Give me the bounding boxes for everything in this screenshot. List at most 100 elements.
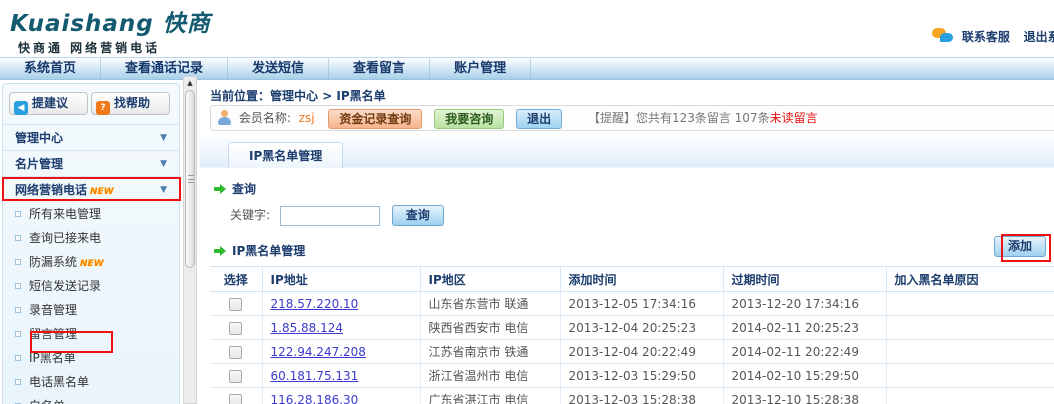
sidebar-item-all-incoming-calls[interactable]: 所有来电管理 xyxy=(3,202,179,226)
list-section-title: IP黑名单管理 添加 xyxy=(214,242,1054,258)
table-row: 122.94.247.208 江苏省南京市 铁通 2013-12-04 20:2… xyxy=(210,340,1054,364)
nav-item-account[interactable]: 账户管理 xyxy=(430,58,531,79)
help-button[interactable]: ? 找帮助 xyxy=(91,92,170,115)
expires-cell: 2014-02-10 15:29:50 xyxy=(723,364,886,388)
ip-link[interactable]: 116.28.186.30 xyxy=(271,393,359,404)
breadcrumb-label: 当前位置： xyxy=(210,89,270,103)
sidebar-item-label: 录音管理 xyxy=(29,303,77,317)
logo-text: Kuaishang 快商 xyxy=(10,4,211,38)
added-cell: 2013-12-03 15:29:50 xyxy=(560,364,723,388)
added-cell: 2013-12-05 17:34:16 xyxy=(560,292,723,316)
suggest-button-label: 提建议 xyxy=(32,96,68,110)
row-checkbox[interactable] xyxy=(229,394,242,404)
nav-item-call-records[interactable]: 查看通话记录 xyxy=(101,58,228,79)
main-nav: 系统首页 查看通话记录 发送短信 查看留言 账户管理 xyxy=(0,57,1054,80)
reason-cell xyxy=(886,292,1054,316)
sidebar-section-card-management[interactable]: 名片管理 ▼ xyxy=(3,150,179,176)
list-section-label: IP黑名单管理 xyxy=(232,244,305,258)
expires-cell: 2013-12-10 15:28:38 xyxy=(723,388,886,404)
sidebar-item-anti-miss-system[interactable]: 防漏系统NEW xyxy=(3,250,179,274)
green-arrow-icon xyxy=(214,246,226,256)
section-label: 网络营销电话 xyxy=(15,183,87,197)
col-header-region: IP地区 xyxy=(420,267,560,292)
section-label: 管理中心 xyxy=(15,131,63,145)
sidebar-item-ip-blacklist[interactable]: IP黑名单 xyxy=(3,346,179,370)
tab-ip-blacklist-management[interactable]: IP黑名单管理 xyxy=(228,142,343,168)
sidebar-item-label: 所有来电管理 xyxy=(29,207,101,221)
expires-cell: 2013-12-20 17:34:16 xyxy=(723,292,886,316)
table-row: 60.181.75.131 浙江省温州市 电信 2013-12-03 15:29… xyxy=(210,364,1054,388)
chat-bubbles-icon xyxy=(932,28,954,45)
consult-button[interactable]: 我要咨询 xyxy=(434,109,504,129)
exit-button[interactable]: 退出 xyxy=(516,109,562,129)
row-checkbox[interactable] xyxy=(229,298,242,311)
reason-cell xyxy=(886,364,1054,388)
logout-system-link[interactable]: 退出系统 xyxy=(1024,30,1054,44)
col-header-reason: 加入黑名单原因 xyxy=(886,267,1054,292)
funds-record-query-button[interactable]: 资金记录查询 xyxy=(328,109,422,129)
bullet-icon xyxy=(15,331,21,337)
scroll-up-icon[interactable]: ▲ xyxy=(184,77,196,89)
nav-item-home[interactable]: 系统首页 xyxy=(0,58,101,79)
member-name-value: zsj xyxy=(299,111,315,125)
bullet-icon xyxy=(15,355,21,361)
nav-item-messages[interactable]: 查看留言 xyxy=(329,58,430,79)
added-cell: 2013-12-04 20:25:23 xyxy=(560,316,723,340)
ip-link[interactable]: 60.181.75.131 xyxy=(271,369,359,383)
reason-cell xyxy=(886,340,1054,364)
sidebar-item-phone-blacklist[interactable]: 电话黑名单 xyxy=(3,370,179,394)
sidebar-button-row: ◀提建议? 找帮助 xyxy=(3,84,179,124)
sidebar-item-label: 电话黑名单 xyxy=(29,375,89,389)
ip-link[interactable]: 218.57.220.10 xyxy=(271,297,359,311)
scrollbar-grip-icon xyxy=(188,175,194,183)
chevron-down-icon: ▼ xyxy=(160,125,167,151)
search-button[interactable]: 查询 xyxy=(392,205,444,226)
col-header-select: 选择 xyxy=(210,267,262,292)
nav-item-send-sms[interactable]: 发送短信 xyxy=(228,58,329,79)
search-row: 关键字: 查询 xyxy=(230,204,1054,228)
table-header-row: 选择 IP地址 IP地区 添加时间 过期时间 加入黑名单原因 xyxy=(210,267,1054,292)
contact-service-link[interactable]: 联系客服 xyxy=(962,30,1010,44)
sidebar-item-recording-management[interactable]: 录音管理 xyxy=(3,298,179,322)
unread-messages-link[interactable]: 未读留言 xyxy=(770,111,818,125)
region-cell: 江苏省南京市 铁通 xyxy=(420,340,560,364)
sidebar-section-management-center[interactable]: 管理中心 ▼ xyxy=(3,124,179,150)
sidebar-item-label: 防漏系统 xyxy=(29,255,77,269)
row-checkbox[interactable] xyxy=(229,322,242,335)
top-header: Kuaishang 快商 快商通 网络营销电话 联系客服 退出系统 xyxy=(0,0,1054,57)
sidebar-item-sms-records[interactable]: 短信发送记录 xyxy=(3,274,179,298)
sidebar-item-label: 查询已接来电 xyxy=(29,231,101,245)
sidebar-item-whitelist[interactable]: 白名单 xyxy=(3,394,179,404)
ip-blacklist-table: 选择 IP地址 IP地区 添加时间 过期时间 加入黑名单原因 218.57.22… xyxy=(210,266,1054,404)
chevron-down-icon: ▼ xyxy=(160,177,167,203)
breadcrumb-path: 管理中心 > IP黑名单 xyxy=(270,89,386,103)
ip-link[interactable]: 122.94.247.208 xyxy=(271,345,366,359)
reason-cell xyxy=(886,316,1054,340)
chevron-down-icon: ▼ xyxy=(160,151,167,177)
logo-subtitle: 快商通 网络营销电话 xyxy=(18,39,211,56)
keyword-input[interactable] xyxy=(280,206,380,226)
help-button-label: 找帮助 xyxy=(114,96,150,110)
sidebar-item-answered-calls[interactable]: 查询已接来电 xyxy=(3,226,179,250)
row-checkbox[interactable] xyxy=(229,346,242,359)
added-cell: 2013-12-03 15:28:38 xyxy=(560,388,723,404)
section-label: 名片管理 xyxy=(15,157,63,171)
help-icon: ? xyxy=(96,101,110,115)
expires-cell: 2014-02-11 20:25:23 xyxy=(723,316,886,340)
table-row: 1.85.88.124 陕西省西安市 电信 2013-12-04 20:25:2… xyxy=(210,316,1054,340)
new-badge: NEW xyxy=(80,259,104,269)
new-badge: NEW xyxy=(90,187,114,197)
sidebar-section-network-marketing-phone[interactable]: 网络营销电话NEW ▼ xyxy=(3,176,179,202)
member-bar: 会员名称: zsj 资金记录查询 我要咨询 退出 【提醒】您共有123条留言 1… xyxy=(210,105,1054,131)
col-header-expires: 过期时间 xyxy=(723,267,886,292)
add-button[interactable]: 添加 xyxy=(994,236,1046,257)
row-checkbox[interactable] xyxy=(229,370,242,383)
ip-link[interactable]: 1.85.88.124 xyxy=(271,321,344,335)
table-row: 218.57.220.10 山东省东营市 联通 2013-12-05 17:34… xyxy=(210,292,1054,316)
sidebar-scrollbar[interactable]: ▲ xyxy=(183,76,197,404)
scrollbar-thumb[interactable] xyxy=(185,90,195,268)
bullet-icon xyxy=(15,307,21,313)
bullet-icon xyxy=(15,211,21,217)
sidebar-item-message-management[interactable]: 留言管理 xyxy=(3,322,179,346)
suggest-button[interactable]: ◀提建议 xyxy=(9,92,88,115)
